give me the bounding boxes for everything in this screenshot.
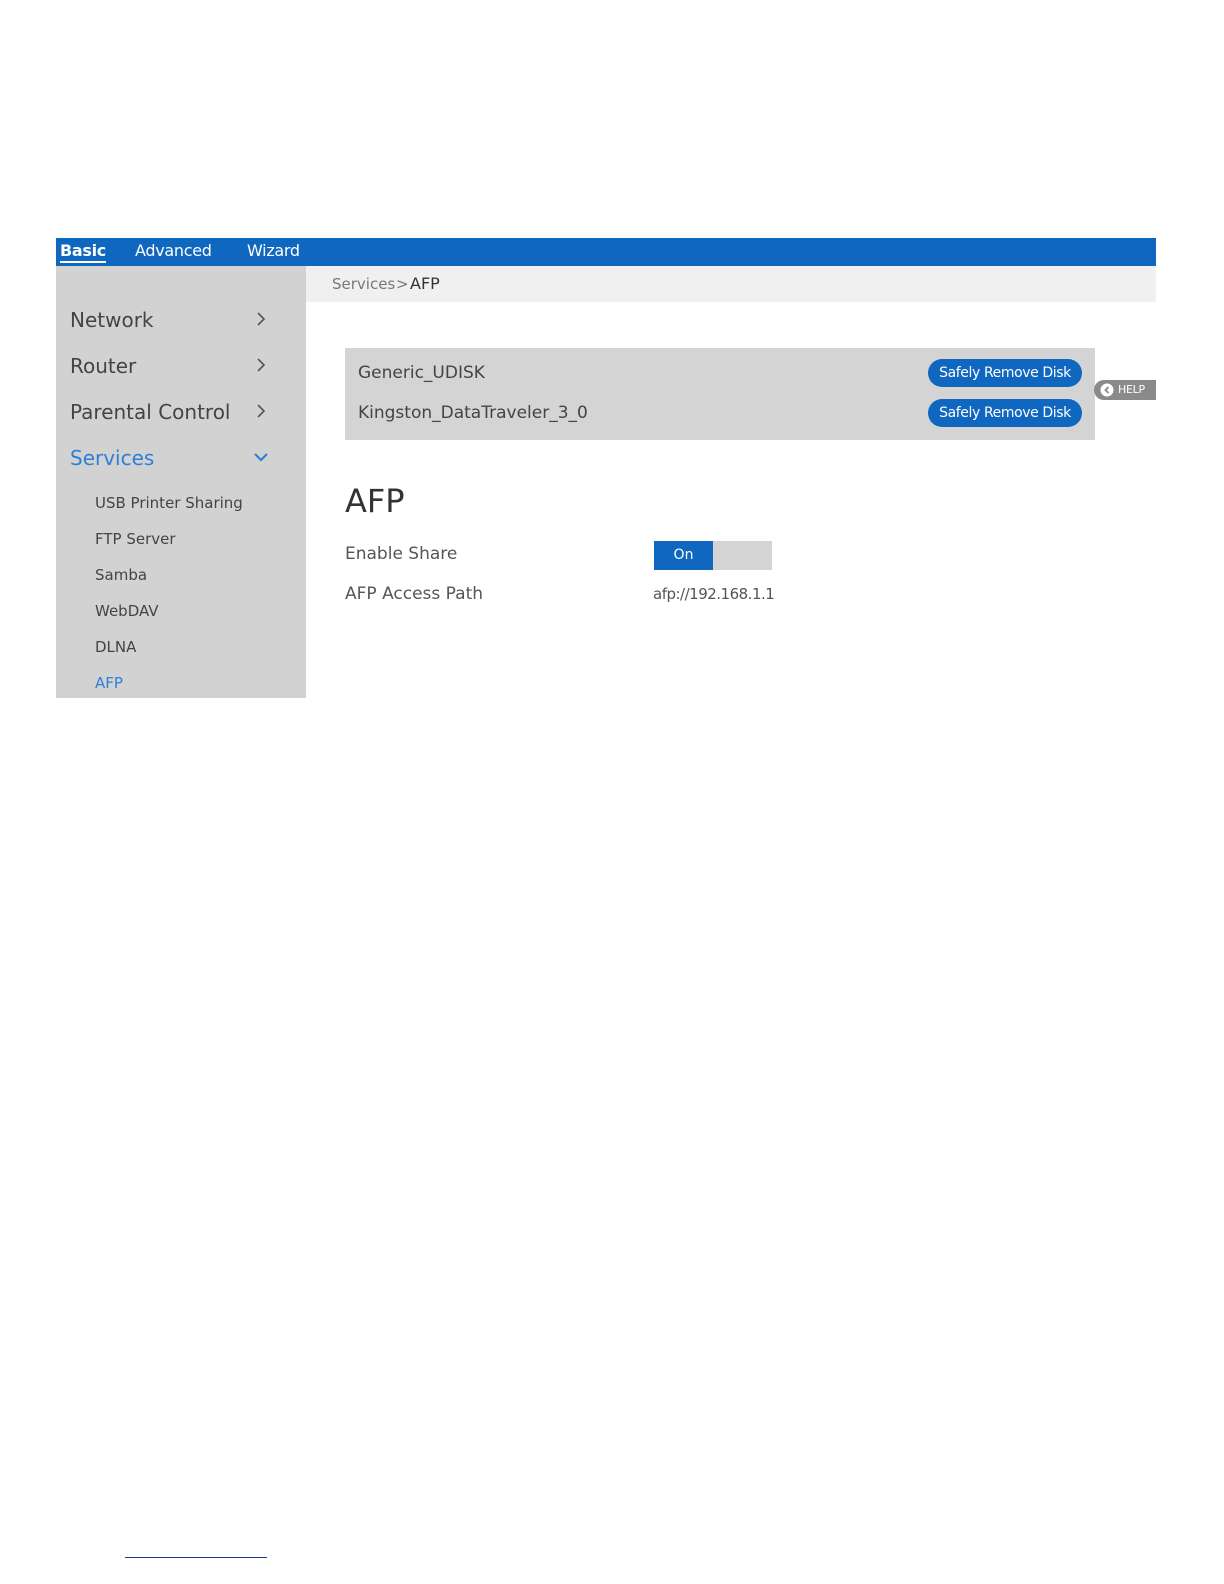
enable-share-label: Enable Share [345, 544, 458, 564]
router-admin-app: Basic Advanced Wizard Network Router Par… [56, 238, 1156, 698]
afp-access-path-label: AFP Access Path [345, 584, 484, 604]
sidebar-item-parental-control[interactable]: Parental Control [70, 400, 270, 430]
sidebar-subitem-dlna[interactable]: DLNA [95, 638, 136, 656]
chevron-right-icon [257, 312, 266, 326]
sidebar-item-label: Parental Control [70, 400, 231, 424]
chevron-right-icon [257, 358, 266, 372]
breadcrumb-separator: > [396, 275, 409, 293]
chevron-down-icon [254, 453, 268, 462]
page-title: AFP [345, 482, 405, 520]
sidebar-subitem-samba[interactable]: Samba [95, 566, 147, 584]
enable-share-toggle[interactable]: On [654, 541, 772, 570]
chevron-right-icon [257, 404, 266, 418]
chevron-left-circle-icon [1100, 383, 1114, 397]
sidebar-item-services[interactable]: Services [70, 446, 270, 476]
toggle-on-state: On [654, 541, 713, 570]
breadcrumb: Services > AFP [306, 266, 1156, 302]
sidebar: Network Router Parental Control Services… [56, 266, 306, 698]
sidebar-item-label: Services [70, 446, 155, 470]
tab-advanced[interactable]: Advanced [135, 241, 212, 260]
safely-remove-disk-button[interactable]: Safely Remove Disk [928, 359, 1082, 387]
sidebar-item-label: Router [70, 354, 137, 378]
footnote-divider [125, 1557, 267, 1558]
sidebar-item-network[interactable]: Network [70, 308, 270, 338]
sidebar-subitem-usb-printer-sharing[interactable]: USB Printer Sharing [95, 494, 243, 512]
sidebar-subitem-afp[interactable]: AFP [95, 674, 123, 692]
afp-access-path-value: afp://192.168.1.1 [653, 585, 775, 603]
top-navigation-bar: Basic Advanced Wizard [56, 238, 1156, 266]
sidebar-item-router[interactable]: Router [70, 354, 270, 384]
breadcrumb-parent-link[interactable]: Services [332, 275, 395, 293]
help-button[interactable]: HELP [1094, 380, 1156, 400]
sidebar-subitem-ftp-server[interactable]: FTP Server [95, 530, 176, 548]
usb-disk-panel: Generic_UDISK Safely Remove Disk Kingsto… [345, 348, 1095, 440]
disk-name: Kingston_DataTraveler_3_0 [358, 403, 588, 423]
disk-row: Kingston_DataTraveler_3_0 Safely Remove … [345, 396, 1095, 432]
sidebar-subitem-webdav[interactable]: WebDAV [95, 602, 159, 620]
safely-remove-disk-button[interactable]: Safely Remove Disk [928, 399, 1082, 427]
breadcrumb-current: AFP [410, 274, 440, 293]
disk-name: Generic_UDISK [358, 363, 485, 383]
tab-basic[interactable]: Basic [60, 241, 106, 263]
disk-row: Generic_UDISK Safely Remove Disk [345, 356, 1095, 392]
help-label: HELP [1118, 383, 1145, 396]
sidebar-item-label: Network [70, 308, 154, 332]
tab-wizard[interactable]: Wizard [247, 241, 300, 260]
